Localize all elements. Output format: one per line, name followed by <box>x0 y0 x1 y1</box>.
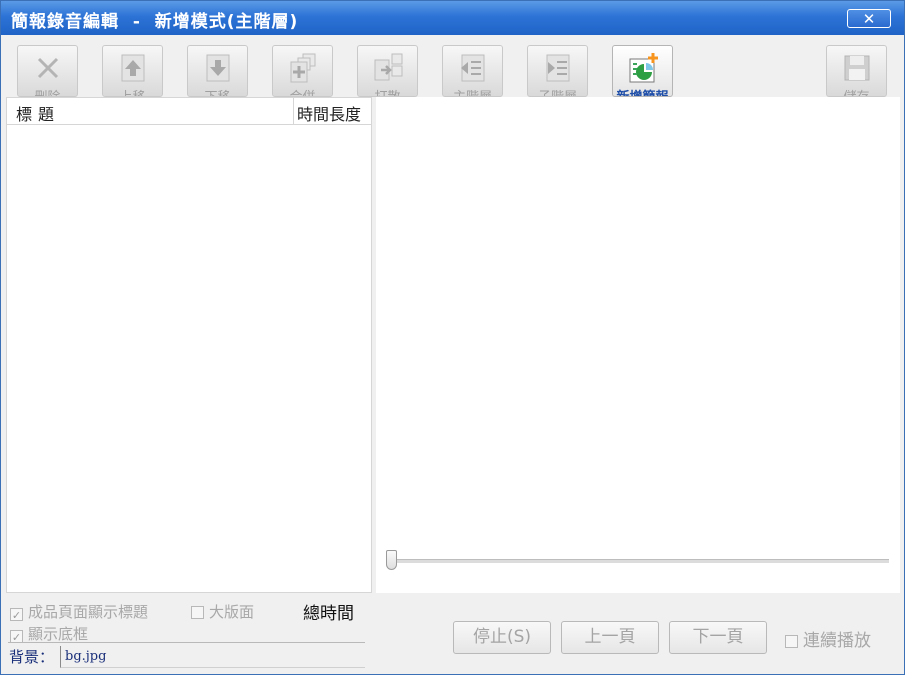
close-icon: ✕ <box>862 10 876 28</box>
prev-page-button[interactable]: 上一頁 <box>561 621 659 654</box>
show-frame-checkbox[interactable]: ✓ 顯示底框 <box>10 623 88 644</box>
save-button[interactable]: 儲存 <box>826 45 887 97</box>
move-down-button[interactable]: 下移 <box>187 45 248 97</box>
total-time-label: 總時間 <box>303 604 354 624</box>
split-icon <box>374 53 403 81</box>
slide-list[interactable]: 標題 時間長度 <box>6 97 372 593</box>
checkbox-unchecked-icon <box>785 635 798 648</box>
add-slide-icon <box>629 53 658 83</box>
column-header-duration[interactable]: 時間長度 <box>297 101 361 125</box>
stop-button[interactable]: 停止(S) <box>453 621 551 654</box>
move-down-button-label: 下移 <box>188 86 247 96</box>
toolbar: 刪除 上移 下移 合併 <box>1 35 904 97</box>
main-level-button-label: 主階層 <box>443 86 502 96</box>
merge-button-label: 合併 <box>273 86 332 96</box>
delete-button-label: 刪除 <box>18 86 77 96</box>
next-page-button[interactable]: 下一頁 <box>669 621 767 654</box>
save-icon <box>844 55 870 81</box>
playback-slider-thumb[interactable] <box>386 550 397 570</box>
merge-button[interactable]: 合併 <box>272 45 333 97</box>
checkbox-unchecked-icon <box>191 606 204 619</box>
merge-icon <box>290 53 316 83</box>
move-up-icon <box>121 54 145 82</box>
continuous-play-label: 連續播放 <box>803 631 871 651</box>
main-level-button[interactable]: 主階層 <box>442 45 503 97</box>
large-layout-label: 大版面 <box>209 603 255 621</box>
close-button[interactable]: ✕ <box>847 9 891 28</box>
show-title-checkbox[interactable]: ✓ 成品頁面顯示標題 <box>10 601 148 622</box>
delete-icon <box>37 57 59 79</box>
split-button-label: 打散 <box>358 86 417 96</box>
show-frame-label: 顯示底框 <box>28 625 89 643</box>
app-window: 簡報錄音編輯 - 新增模式(主階層) ✕ 刪除 上移 下移 <box>0 0 905 675</box>
checkbox-checked-icon: ✓ <box>10 608 23 622</box>
delete-button[interactable]: 刪除 <box>17 45 78 97</box>
continuous-play-checkbox[interactable]: 連續播放 <box>785 626 871 651</box>
sub-level-icon <box>546 54 570 82</box>
playback-slider-track[interactable] <box>387 559 889 563</box>
window-title: 簡報錄音編輯 - 新增模式(主階層) <box>11 12 299 32</box>
add-slide-button[interactable]: 新增簡報 <box>612 45 673 97</box>
add-slide-button-label: 新增簡報 <box>613 86 672 96</box>
background-field[interactable]: bg.jpg <box>60 646 365 668</box>
show-title-label: 成品頁面顯示標題 <box>28 603 149 621</box>
move-up-button-label: 上移 <box>103 86 162 96</box>
sub-level-button[interactable]: 子階層 <box>527 45 588 97</box>
save-button-label: 儲存 <box>827 86 886 96</box>
list-header: 標題 時間長度 <box>7 98 371 125</box>
move-up-button[interactable]: 上移 <box>102 45 163 97</box>
preview-area <box>376 97 900 593</box>
split-button[interactable]: 打散 <box>357 45 418 97</box>
options-divider <box>8 642 365 643</box>
move-down-icon <box>206 54 230 82</box>
column-divider[interactable] <box>293 98 294 124</box>
sub-level-button-label: 子階層 <box>528 86 587 96</box>
main-level-icon <box>461 54 485 82</box>
large-layout-checkbox[interactable]: 大版面 <box>191 601 254 622</box>
column-header-title[interactable]: 標題 <box>16 101 60 125</box>
title-bar: 簡報錄音編輯 - 新增模式(主階層) ✕ <box>1 1 904 35</box>
background-label: 背景： <box>9 648 55 666</box>
